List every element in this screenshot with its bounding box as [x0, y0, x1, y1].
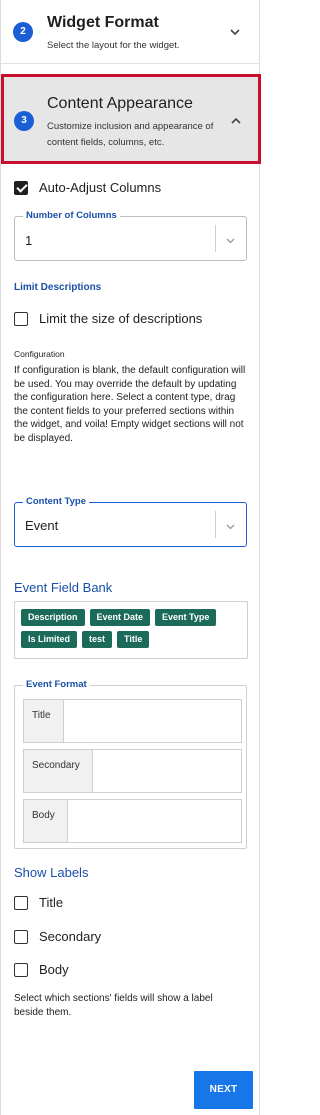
show-labels-help-text: Select which sections' fields will show … [14, 993, 213, 1018]
select-legend: Number of Columns [23, 210, 120, 222]
step-subtitle: Customize inclusion and appearance of co… [47, 121, 214, 148]
show-labels-title: Show Labels [14, 865, 89, 880]
checkbox-icon[interactable] [14, 311, 28, 326]
checkbox-icon[interactable] [14, 962, 28, 977]
field-chip-test[interactable]: test [82, 631, 113, 648]
step-content-appearance[interactable]: 3 Content Appearance Customize inclusion… [1, 74, 261, 164]
limit-descriptions-checkbox[interactable]: Limit the size of descriptions [14, 311, 202, 326]
chevron-up-icon[interactable] [230, 115, 242, 127]
checkbox-icon[interactable] [14, 929, 28, 944]
field-chip-event-date[interactable]: Event Date [89, 609, 151, 626]
select-value: Event [25, 518, 59, 533]
checkbox-icon[interactable] [14, 895, 28, 910]
field-chip-event-type[interactable]: Event Type [155, 609, 217, 626]
select-divider [215, 225, 216, 252]
step-title: Widget Format [47, 14, 159, 31]
field-bank: Description Event Date Event Type Is Lim… [14, 601, 248, 659]
configuration-help-text: If configuration is blank, the default c… [14, 365, 246, 444]
step-number-badge: 2 [13, 22, 33, 42]
select-legend: Content Type [23, 496, 89, 508]
format-section-secondary[interactable]: Secondary [23, 749, 242, 793]
step-subtitle: Select the layout for the widget. [47, 40, 180, 51]
format-section-label: Body [24, 800, 68, 842]
limit-descriptions-heading: Limit Descriptions [14, 282, 102, 293]
chevron-down-icon[interactable] [225, 235, 236, 246]
content-type-select[interactable]: Content Type Event [14, 496, 247, 547]
field-chip-title[interactable]: Title [117, 631, 150, 648]
checkbox-label: Secondary [39, 929, 102, 944]
widget-config-panel: 2 Widget Format Select the layout for th… [0, 0, 261, 1115]
auto-adjust-columns-checkbox[interactable]: Auto-Adjust Columns [14, 180, 161, 195]
step-number-badge: 3 [14, 111, 34, 131]
show-label-body-checkbox[interactable]: Body [14, 962, 69, 977]
format-section-title[interactable]: Title [23, 699, 242, 743]
format-section-label: Title [24, 700, 64, 742]
field-chip-description[interactable]: Description [21, 609, 85, 626]
checkbox-label: Auto-Adjust Columns [39, 180, 162, 195]
checkbox-checked-icon[interactable] [14, 180, 28, 195]
event-format-legend: Event Format [23, 679, 90, 691]
step-widget-format[interactable]: 2 Widget Format Select the layout for th… [1, 0, 259, 64]
show-label-title-checkbox[interactable]: Title [14, 895, 63, 910]
format-section-body[interactable]: Body [23, 799, 242, 843]
select-value: 1 [25, 233, 33, 248]
show-label-secondary-checkbox[interactable]: Secondary [14, 929, 101, 944]
format-section-label: Secondary [24, 750, 93, 792]
checkbox-label: Body [39, 962, 69, 977]
field-chip-is-limited[interactable]: Is Limited [21, 631, 78, 648]
step-title: Content Appearance [47, 95, 193, 112]
field-bank-title: Event Field Bank [14, 580, 113, 595]
chevron-down-icon[interactable] [229, 26, 241, 38]
checkbox-label: Limit the size of descriptions [39, 311, 203, 326]
number-of-columns-select[interactable]: Number of Columns 1 [14, 210, 247, 261]
event-format-box: Event Format Title Secondary Body [14, 679, 247, 849]
chevron-down-icon[interactable] [225, 521, 236, 532]
checkbox-label: Title [39, 895, 64, 910]
select-divider [215, 511, 216, 538]
next-button[interactable]: NEXT [194, 1071, 253, 1109]
configuration-label: Configuration [14, 349, 65, 359]
